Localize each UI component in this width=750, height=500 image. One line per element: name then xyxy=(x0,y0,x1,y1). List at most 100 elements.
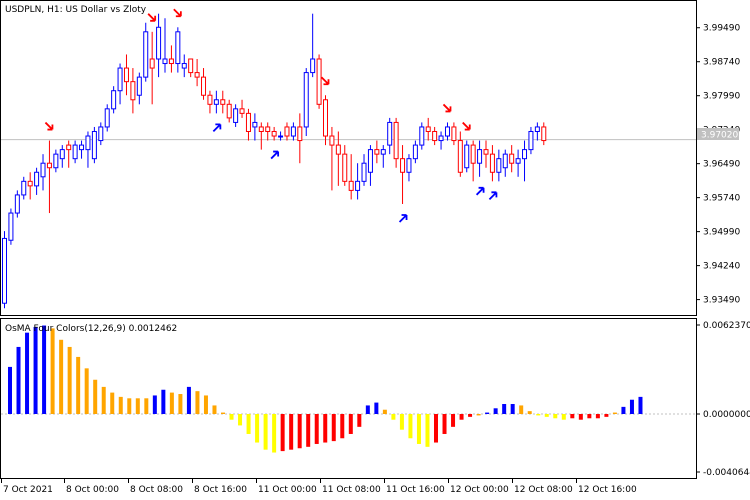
osma-bar xyxy=(621,406,626,415)
osma-bar xyxy=(152,395,157,415)
candle-body xyxy=(207,94,213,105)
osma-bar xyxy=(587,414,592,419)
candle-body xyxy=(201,76,207,96)
candle-body xyxy=(175,31,181,65)
osma-bar xyxy=(374,402,379,415)
candle-body xyxy=(393,121,399,160)
candle xyxy=(14,190,20,218)
osma-bar xyxy=(272,414,277,453)
candle-body xyxy=(489,153,495,173)
indicator-y-tick-label: 0.0000000 xyxy=(703,410,750,420)
osma-bar xyxy=(297,414,302,449)
osma-bar xyxy=(416,414,421,444)
candle-body xyxy=(72,144,78,160)
candle-body xyxy=(528,130,534,151)
candle-body xyxy=(46,162,52,169)
candle-body xyxy=(53,153,59,169)
candle-body xyxy=(8,212,14,241)
osma-bar xyxy=(8,366,12,415)
osma-bar xyxy=(638,396,643,415)
candle xyxy=(2,231,7,309)
candle-body xyxy=(290,126,296,137)
candle-body xyxy=(303,72,309,128)
osma-bar xyxy=(221,412,225,415)
osma-bar xyxy=(255,414,260,443)
candle-body xyxy=(432,130,438,142)
candle xyxy=(419,122,425,150)
osma-bar xyxy=(101,386,106,415)
osma-bar xyxy=(25,332,30,415)
x-tick-label: 7 Oct 2021 xyxy=(3,485,53,495)
candle-body xyxy=(213,99,219,105)
x-tick-label: 12 Oct 08:00 xyxy=(514,485,573,495)
candle xyxy=(8,208,14,245)
candle-body xyxy=(329,135,335,146)
candle-body xyxy=(162,58,168,65)
candle-body xyxy=(245,112,251,132)
candle-body xyxy=(342,153,348,182)
candle-body xyxy=(136,76,142,96)
x-tick-label: 8 Oct 16:00 xyxy=(194,485,247,495)
x-tick-label: 12 Oct 16:00 xyxy=(578,485,637,495)
osma-bar xyxy=(553,414,558,419)
candle xyxy=(528,126,534,155)
candle-body xyxy=(522,149,528,160)
candle-body xyxy=(123,67,129,83)
candle xyxy=(303,68,309,137)
candle-body xyxy=(79,144,85,151)
osma-bar xyxy=(212,405,217,415)
indicator-title: OsMA Four Colors(12,26,9) 0.0012462 xyxy=(5,324,177,334)
y-tick-label: 3.98740 xyxy=(703,58,740,68)
chart-canvas: 3.994903.987403.979903.972403.964903.957… xyxy=(0,0,750,495)
candle-body xyxy=(40,162,46,178)
candle-body xyxy=(85,135,91,151)
candle-body xyxy=(470,144,476,164)
osma-bar xyxy=(468,414,473,417)
candle-body xyxy=(438,135,444,142)
osma-bar xyxy=(203,395,208,415)
candle-body xyxy=(226,103,232,119)
candle-body xyxy=(457,140,463,173)
candle-body xyxy=(130,81,136,101)
x-tick-label: 11 Oct 08:00 xyxy=(322,485,381,495)
candle-body xyxy=(477,149,483,164)
osma-bar xyxy=(570,414,575,419)
osma-bar xyxy=(612,412,617,415)
candle-body xyxy=(412,144,418,160)
osma-bar xyxy=(399,414,404,430)
candle-body xyxy=(323,99,328,137)
osma-bar xyxy=(527,411,532,415)
osma-bar xyxy=(493,408,498,415)
candle-body xyxy=(380,149,386,155)
candle-body xyxy=(98,126,104,142)
candle-body xyxy=(534,126,540,132)
osma-bar xyxy=(178,394,183,415)
osma-bar xyxy=(280,414,285,452)
osma-bar xyxy=(365,405,370,415)
candle-body xyxy=(509,153,515,164)
candle-body xyxy=(400,158,406,173)
osma-bar xyxy=(169,392,174,415)
osma-bar xyxy=(348,414,353,434)
candle-body xyxy=(515,158,521,164)
x-tick-label: 11 Oct 00:00 xyxy=(258,485,317,495)
osma-bar xyxy=(595,414,600,419)
y-tick-label: 3.94990 xyxy=(703,228,740,238)
osma-bar xyxy=(186,386,191,415)
candle xyxy=(143,22,149,82)
osma-bar xyxy=(263,414,268,450)
candle-body xyxy=(59,149,65,160)
candle xyxy=(464,140,470,173)
osma-bar xyxy=(323,414,328,443)
candle-body xyxy=(387,121,393,146)
candle-body xyxy=(233,108,239,123)
osma-bar xyxy=(425,414,430,447)
osma-bar xyxy=(246,414,251,434)
osma-bar xyxy=(306,414,311,447)
candle-body xyxy=(168,58,174,65)
y-tick-label: 3.94240 xyxy=(703,262,740,272)
osma-bar xyxy=(476,414,481,416)
osma-bar xyxy=(67,346,72,415)
candle-body xyxy=(14,194,20,214)
osma-bar xyxy=(340,414,345,439)
